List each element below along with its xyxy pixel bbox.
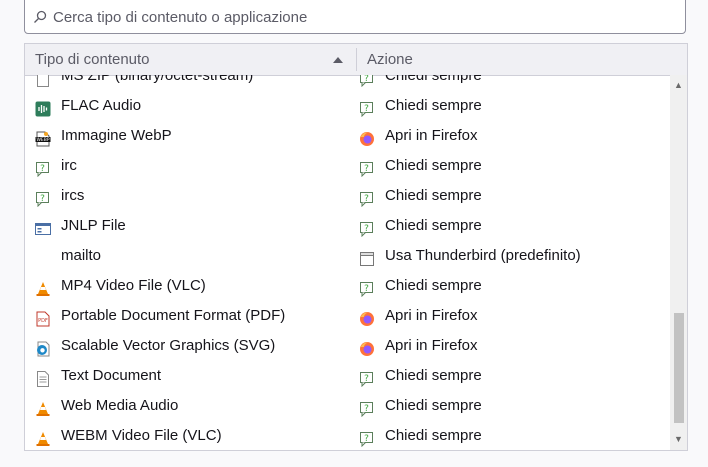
ask-always-icon: ? [359, 188, 375, 208]
action-label: Chiedi sempre [385, 97, 482, 114]
action-label: Chiedi sempre [385, 187, 482, 204]
column-divider[interactable] [356, 48, 357, 71]
vlc-cone-icon [35, 278, 51, 296]
action-label: Chiedi sempre [385, 217, 482, 234]
text-document-icon [35, 368, 51, 387]
search-icon [34, 10, 47, 23]
content-type-label: WEBM Video File (VLC) [61, 427, 222, 444]
scroll-up-button[interactable]: ▲ [670, 77, 687, 94]
action-label: Apri in Firefox [385, 307, 478, 324]
svg-text:?: ? [364, 284, 369, 294]
svg-text:?: ? [364, 194, 369, 204]
svg-text:?: ? [364, 164, 369, 174]
table-row-irc[interactable]: ? irc? Chiedi sempre [25, 151, 671, 181]
table-row-scalable-vector-graphics-svg[interactable]: Scalable Vector Graphics (SVG) Apri in Fi… [25, 331, 671, 361]
content-type-label: Immagine WebP [61, 127, 172, 144]
table-row-ms-zip-binary-octet-stream[interactable]: MS ZIP (binary/octet-stream)? Chiedi semp… [25, 75, 671, 91]
table-row-immagine-webp[interactable]: WEBP Immagine WebP Apri in Firefox [25, 121, 671, 151]
vertical-scrollbar[interactable]: ▲ ▼ [670, 75, 687, 450]
ask-always-icon: ? [359, 368, 375, 388]
ask-always-icon: ? [359, 278, 375, 298]
action-label: Chiedi sempre [385, 157, 482, 174]
table-row-mailto[interactable]: mailto Usa Thunderbird (predefinito) [25, 241, 671, 271]
svg-text:?: ? [364, 224, 369, 234]
action-label: Apri in Firefox [385, 337, 478, 354]
webp-file-icon: WEBP [35, 128, 51, 147]
ask-always-icon: ? [35, 188, 51, 208]
svg-text:PDF: PDF [38, 318, 48, 324]
firefox-icon [359, 338, 375, 356]
svg-text:?: ? [364, 104, 369, 114]
action-label: Chiedi sempre [385, 75, 482, 84]
table-row-webm-video-file-vlc[interactable]: WEBM Video File (VLC)? Chiedi sempre [25, 421, 671, 450]
action-label: Chiedi sempre [385, 427, 482, 444]
firefox-icon [359, 308, 375, 326]
action-label: Chiedi sempre [385, 367, 482, 384]
content-type-label: JNLP File [61, 217, 126, 234]
content-type-label: FLAC Audio [61, 97, 142, 114]
content-type-label: MS ZIP (binary/octet-stream) [61, 75, 254, 84]
ask-always-icon: ? [359, 218, 375, 238]
table-row-web-media-audio[interactable]: Web Media Audio? Chiedi sempre [25, 391, 671, 421]
window-file-icon [35, 218, 51, 235]
ask-always-icon: ? [359, 98, 375, 118]
scrollbar-thumb[interactable] [674, 313, 684, 423]
action-label: Apri in Firefox [385, 127, 478, 144]
table-row-mp4-video-file-vlc[interactable]: MP4 Video File (VLC)? Chiedi sempre [25, 271, 671, 301]
ask-always-icon: ? [359, 158, 375, 178]
svg-text:?: ? [40, 194, 45, 204]
column-header-action[interactable]: Azione [367, 44, 413, 75]
vlc-cone-icon [35, 428, 51, 446]
audio-wave-icon [35, 98, 51, 117]
ask-always-icon: ? [35, 158, 51, 178]
svg-text:WEBP: WEBP [36, 137, 49, 143]
table-row-flac-audio[interactable]: FLAC Audio? Chiedi sempre [25, 91, 671, 121]
content-types-table: Tipo di contenuto Azione MS ZIP (binary/… [24, 43, 688, 451]
content-type-label: Text Document [61, 367, 162, 384]
edge-file-icon [35, 338, 51, 357]
table-row-ircs[interactable]: ? ircs? Chiedi sempre [25, 181, 671, 211]
application-icon [359, 248, 375, 266]
table-row-portable-document-format-pdf[interactable]: PDF Portable Document Format (PDF) Apri in… [25, 301, 671, 331]
pdf-file-icon: PDF [35, 308, 51, 327]
table-row-jnlp-file[interactable]: JNLP File? Chiedi sempre [25, 211, 671, 241]
svg-text:?: ? [40, 164, 45, 174]
generic-file-icon [35, 75, 51, 87]
content-type-label: irc [61, 157, 77, 174]
table-body: MS ZIP (binary/octet-stream)? Chiedi semp… [25, 75, 671, 450]
column-header-type[interactable]: Tipo di contenuto [35, 44, 150, 75]
table-row-text-document[interactable]: Text Document? Chiedi sempre [25, 361, 671, 391]
content-type-label: MP4 Video File (VLC) [61, 277, 206, 294]
sort-ascending-icon [333, 57, 343, 63]
content-type-label: ircs [61, 187, 85, 204]
vlc-cone-icon [35, 398, 51, 416]
svg-text:?: ? [364, 434, 369, 444]
svg-text:?: ? [364, 75, 369, 84]
action-label: Usa Thunderbird (predefinito) [385, 247, 581, 264]
search-input[interactable]: Cerca tipo di contenuto o applicazione [53, 9, 307, 26]
svg-text:?: ? [364, 404, 369, 414]
action-label: Chiedi sempre [385, 277, 482, 294]
content-type-label: Web Media Audio [61, 397, 179, 414]
scroll-down-button[interactable]: ▼ [670, 431, 687, 448]
svg-text:?: ? [364, 374, 369, 384]
ask-always-icon: ? [359, 398, 375, 418]
content-type-label: mailto [61, 247, 102, 264]
ask-always-icon: ? [359, 75, 375, 88]
ask-always-icon: ? [359, 428, 375, 448]
table-header: Tipo di contenuto Azione [25, 44, 687, 76]
search-field[interactable]: Cerca tipo di contenuto o applicazione [24, 0, 686, 34]
action-label: Chiedi sempre [385, 397, 482, 414]
content-type-label: Scalable Vector Graphics (SVG) [61, 337, 276, 354]
content-type-label: Portable Document Format (PDF) [61, 307, 286, 324]
firefox-icon [359, 128, 375, 146]
